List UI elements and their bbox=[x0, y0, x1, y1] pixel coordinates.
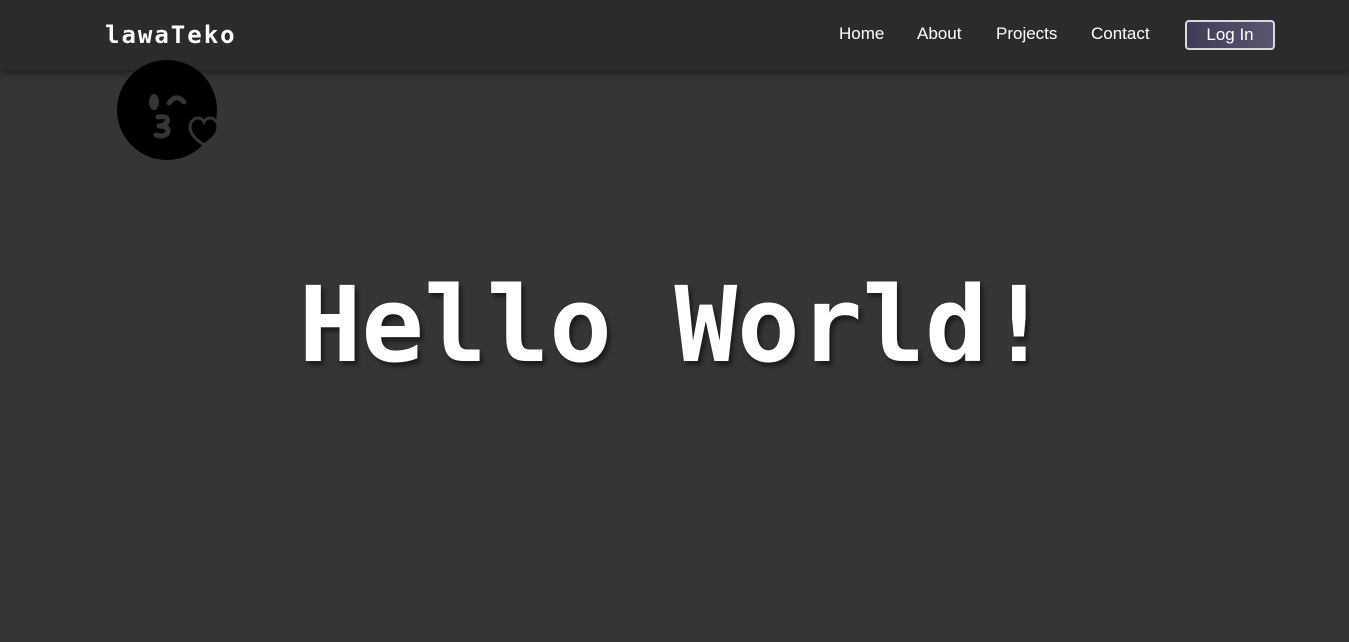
hero-title: Hello World! bbox=[298, 264, 1051, 386]
avatar bbox=[117, 60, 220, 160]
nav-link-home[interactable]: Home bbox=[839, 22, 884, 46]
page: lawaTeko Home About Projects Contact Log… bbox=[0, 0, 1349, 642]
nav-link-projects[interactable]: Projects bbox=[996, 22, 1057, 46]
nav-link-contact[interactable]: Contact bbox=[1091, 22, 1150, 46]
brand-logo-text[interactable]: lawaTeko bbox=[105, 18, 237, 52]
login-button[interactable]: Log In bbox=[1185, 20, 1275, 50]
face-blowing-kiss-icon bbox=[117, 60, 220, 160]
nav-link-about[interactable]: About bbox=[917, 22, 961, 46]
